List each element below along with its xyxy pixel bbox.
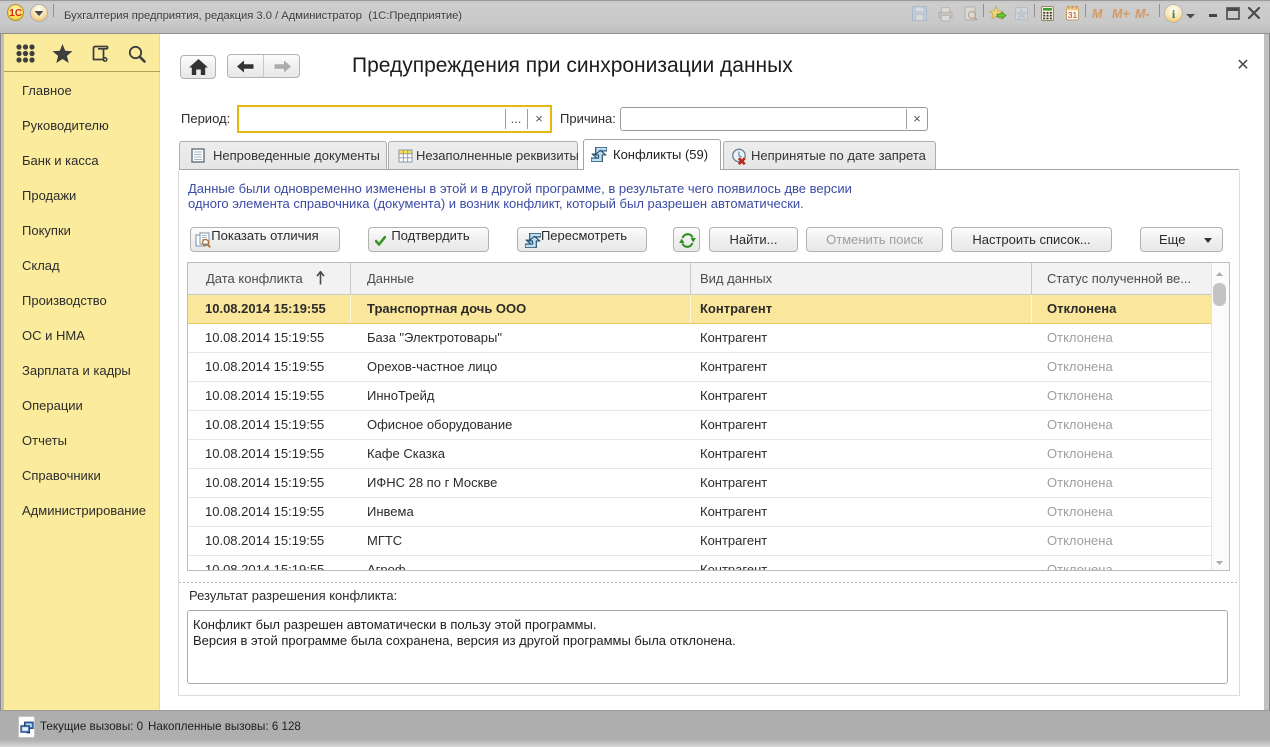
svg-text:31: 31 bbox=[1068, 10, 1078, 20]
svg-text:1С: 1С bbox=[9, 8, 22, 19]
